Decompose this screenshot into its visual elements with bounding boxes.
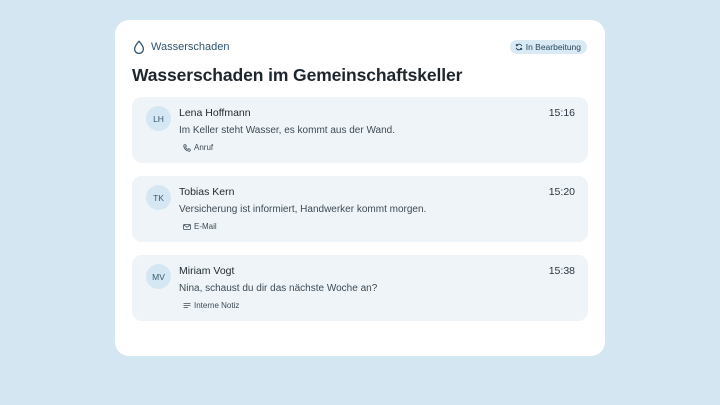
category-label: Wasserschaden (151, 41, 230, 53)
entry-channel-label: Anruf (194, 143, 214, 152)
entry-author: Tobias Kern (179, 186, 235, 198)
avatar: MV (146, 264, 171, 289)
entry-message: Im Keller steht Wasser, es kommt aus der… (179, 125, 395, 136)
entry-channel-label: Interne Notiz (194, 301, 240, 310)
case-card: Wasserschaden In Bearbeitung Wasserschad… (115, 20, 605, 356)
status-badge[interactable]: In Bearbeitung (509, 40, 587, 54)
entry-message: Versicherung ist informiert, Handwerker … (179, 204, 427, 215)
entry-message: Nina, schaust du dir das nächste Woche a… (179, 283, 378, 294)
entry-channel-label: E-Mail (194, 222, 217, 231)
mail-icon (183, 223, 191, 231)
entry-channel: E-Mail (183, 222, 217, 231)
timeline-entry[interactable]: MV Miriam Vogt 15:38 Nina, schaust du di… (132, 255, 588, 321)
entry-author: Lena Hoffmann (179, 107, 251, 119)
avatar: LH (146, 106, 171, 131)
case-category: Wasserschaden (133, 40, 230, 55)
timeline-entry[interactable]: LH Lena Hoffmann 15:16 Im Keller steht W… (132, 97, 588, 163)
entry-time: 15:16 (548, 107, 575, 119)
note-icon (183, 302, 191, 310)
case-header: Wasserschaden In Bearbeitung (133, 38, 587, 56)
water-drop-icon (133, 40, 145, 55)
status-label: In Bearbeitung (525, 42, 581, 52)
entry-time: 15:38 (548, 265, 575, 277)
entry-channel: Anruf (183, 143, 213, 152)
timeline-entry[interactable]: TK Tobias Kern 15:20 Versicherung ist in… (132, 176, 588, 242)
avatar: TK (146, 185, 171, 210)
entry-author: Miriam Vogt (179, 265, 235, 277)
entry-channel: Interne Notiz (183, 301, 239, 310)
phone-icon (183, 143, 191, 152)
page-title: Wasserschaden im Gemeinschaftskeller (132, 65, 463, 85)
entry-time: 15:20 (548, 186, 575, 198)
refresh-icon (515, 43, 523, 51)
